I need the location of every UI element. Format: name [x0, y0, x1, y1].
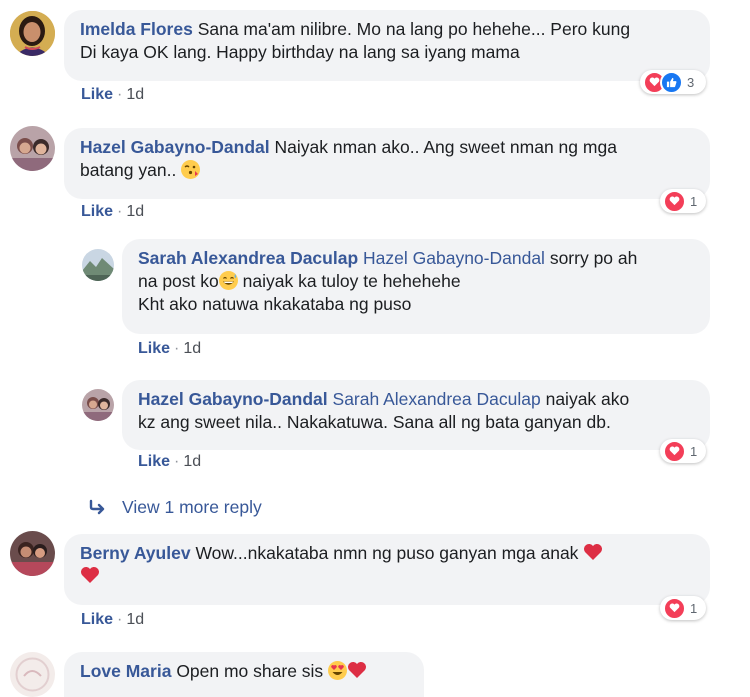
- comment-author[interactable]: Love Maria: [80, 661, 171, 681]
- kissing-face-emoji-icon: [181, 160, 201, 179]
- like-reaction-icon: [660, 70, 683, 94]
- comment-text: Sana ma'am nilibre. Mo na lang po hehehe…: [197, 19, 631, 39]
- reply-actions: Like · 1d: [138, 453, 201, 471]
- comment-author[interactable]: Hazel Gabayno-Dandal: [80, 137, 270, 157]
- reply-text: sorry po ah: [549, 248, 638, 268]
- reply-bubble: Sarah Alexandrea Daculap Hazel Gabayno-D…: [122, 239, 710, 334]
- profile-photo-icon: [10, 652, 55, 697]
- comment-author[interactable]: Berny Ayulev: [80, 543, 191, 563]
- separator: ·: [117, 203, 123, 220]
- reply-author[interactable]: Sarah Alexandrea Daculap: [138, 248, 358, 268]
- reply-text: kz ang sweet nila.. Nakakatuwa. Sana all…: [138, 412, 611, 432]
- timestamp[interactable]: 1d: [126, 86, 144, 103]
- avatar[interactable]: [82, 249, 114, 281]
- comment-bubble: Hazel Gabayno-Dandal Naiyak nman ako.. A…: [64, 128, 710, 199]
- heart-eyes-emoji-icon: [328, 661, 348, 680]
- comment-bubble: Berny Ayulev Wow...nkakataba nmn ng puso…: [64, 534, 710, 605]
- separator: ·: [117, 86, 123, 103]
- reaction-count: 3: [687, 74, 695, 90]
- reply-text: Kht ako natuwa nkakataba ng puso: [138, 294, 412, 314]
- like-button[interactable]: Like: [81, 203, 113, 220]
- view-more-replies-link[interactable]: View 1 more reply: [88, 497, 262, 518]
- reaction-count: 1: [690, 193, 698, 209]
- comment-actions: Like · 1d: [81, 203, 144, 221]
- view-more-label: View 1 more reply: [122, 497, 262, 517]
- comment-text: Open mo share sis: [176, 661, 324, 681]
- reply-text: naiyak ka tuloy te hehehehe: [242, 271, 461, 291]
- avatar[interactable]: [10, 11, 55, 56]
- profile-photo-icon: [82, 389, 114, 421]
- comment-text: batang yan..: [80, 160, 177, 180]
- mention-link[interactable]: Hazel Gabayno-Dandal: [363, 248, 545, 268]
- reply-text: na post ko: [138, 271, 219, 291]
- like-button[interactable]: Like: [138, 453, 170, 470]
- comment-bubble: Imelda Flores Sana ma'am nilibre. Mo na …: [64, 10, 710, 81]
- avatar[interactable]: [10, 531, 55, 576]
- reply-actions: Like · 1d: [138, 340, 201, 358]
- reply-text: naiyak ako: [545, 389, 630, 409]
- reaction-summary[interactable]: 1: [660, 439, 706, 463]
- comment-text: Wow...nkakataba nmn ng puso ganyan mga a…: [195, 543, 579, 563]
- reaction-summary[interactable]: 1: [660, 596, 706, 620]
- avatar[interactable]: [82, 389, 114, 421]
- love-reaction-icon: [663, 596, 686, 620]
- red-heart-emoji-icon: [81, 567, 99, 583]
- reply-arrow-icon: [89, 499, 105, 515]
- separator: ·: [174, 453, 180, 470]
- like-button[interactable]: Like: [138, 340, 170, 357]
- grinning-sweat-emoji-icon: [218, 271, 238, 290]
- timestamp[interactable]: 1d: [126, 203, 144, 220]
- comment-text: Naiyak nman ako.. Ang sweet nman ng mga: [274, 137, 617, 157]
- reply-author[interactable]: Hazel Gabayno-Dandal: [138, 389, 328, 409]
- separator: ·: [117, 611, 123, 628]
- love-reaction-icon: [663, 189, 686, 213]
- timestamp[interactable]: 1d: [126, 611, 144, 628]
- reaction-summary[interactable]: 1: [660, 189, 706, 213]
- comment-text: Di kaya OK lang. Happy birthday na lang …: [80, 42, 520, 62]
- profile-photo-icon: [10, 11, 55, 56]
- profile-photo-icon: [82, 249, 114, 281]
- reaction-count: 1: [690, 443, 698, 459]
- red-heart-emoji-icon: [584, 544, 603, 560]
- reaction-summary[interactable]: 3: [640, 70, 706, 94]
- comment-actions: Like · 1d: [81, 86, 144, 104]
- like-button[interactable]: Like: [81, 86, 113, 103]
- comment-bubble: Love Maria Open mo share sis: [64, 652, 424, 697]
- reply-bubble: Hazel Gabayno-Dandal Sarah Alexandrea Da…: [122, 380, 710, 450]
- red-heart-emoji-icon: [348, 662, 367, 678]
- like-button[interactable]: Like: [81, 611, 113, 628]
- timestamp[interactable]: 1d: [183, 340, 201, 357]
- comment-actions: Like · 1d: [81, 611, 144, 629]
- separator: ·: [174, 340, 180, 357]
- profile-photo-icon: [10, 531, 55, 576]
- love-reaction-icon: [663, 439, 686, 463]
- avatar[interactable]: [10, 126, 55, 171]
- reaction-count: 1: [690, 600, 698, 616]
- profile-photo-icon: [10, 126, 55, 171]
- mention-link[interactable]: Sarah Alexandrea Daculap: [333, 389, 541, 409]
- avatar[interactable]: [10, 652, 55, 697]
- timestamp[interactable]: 1d: [183, 453, 201, 470]
- comment-author[interactable]: Imelda Flores: [80, 19, 193, 39]
